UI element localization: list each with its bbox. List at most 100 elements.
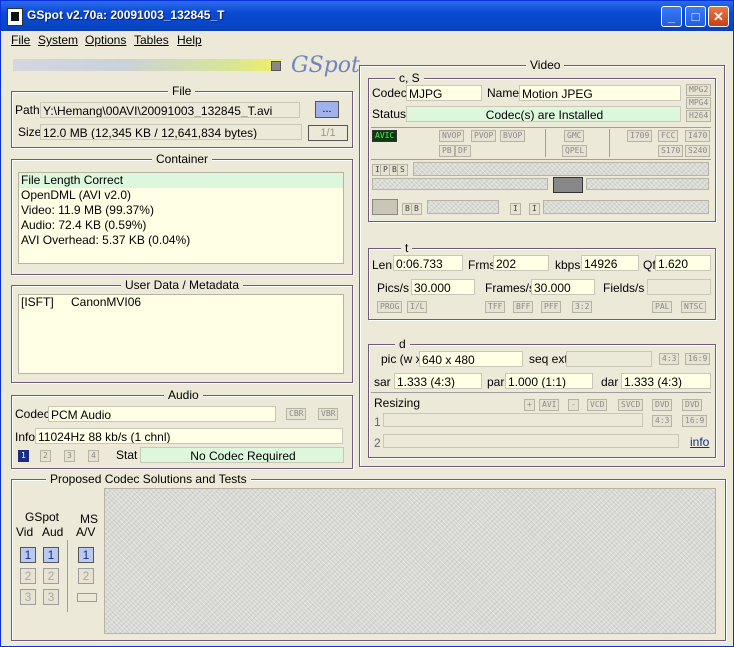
resize-ar-169-tag: 16:9	[682, 415, 708, 427]
video-codec-label: Codec	[372, 86, 407, 100]
pal-tag: PAL	[652, 301, 673, 313]
pvop-tag: PVOP	[471, 130, 497, 142]
file-group-title: File	[168, 84, 196, 98]
ar-43-tag: 4:3	[659, 353, 680, 365]
pic-field: 640 x 480	[419, 351, 523, 367]
qpel-tag: QPEL	[562, 145, 588, 157]
aud-solution-2[interactable]: 2	[43, 568, 59, 584]
vbr-tag: VBR	[318, 408, 339, 420]
frames-field: 30.000	[531, 279, 595, 295]
audio-group-title: Audio	[164, 388, 203, 402]
aud-solution-1[interactable]: 1	[43, 547, 59, 563]
ms-av-solution-1[interactable]: 1	[78, 547, 94, 563]
proposed-solutions-area	[104, 488, 716, 634]
kbps-label: kbps	[555, 258, 581, 272]
fields-label: Fields/s	[603, 281, 645, 295]
file-group: File Path Y:\Hemang\00AVI\20091003_13284…	[11, 84, 353, 148]
resize-divider	[371, 392, 711, 393]
gspot-logo: GSpot	[291, 53, 360, 78]
iframe-strip	[543, 200, 709, 214]
gspot-label: GSpot	[25, 510, 60, 524]
path-field[interactable]: Y:\Hemang\00AVI\20091003_132845_T.avi	[40, 102, 300, 118]
avic-tag: AVIC	[372, 130, 398, 142]
seqext-label: seq ext	[529, 352, 568, 366]
i709-tag: I709	[627, 130, 653, 142]
tff-tag: TFF	[485, 301, 506, 313]
list-item: File Length Correct	[19, 173, 343, 188]
vid-solution-2[interactable]: 2	[20, 568, 36, 584]
resizing-label: Resizing	[374, 396, 421, 410]
video-group-title: Video	[526, 58, 565, 72]
tag-divider-2	[609, 129, 610, 157]
resize-svcd-tag: SVCD	[618, 399, 644, 411]
browse-button[interactable]: ...	[315, 101, 339, 118]
close-button[interactable]: ✕	[708, 6, 729, 27]
gspot-window: GSpot v2.70a: 20091003_132845_T _ □ ✕ Fi…	[0, 0, 734, 647]
ms-av-empty-button[interactable]	[77, 593, 97, 602]
menu-help[interactable]: Help	[177, 33, 202, 47]
menu-options[interactable]: Options	[85, 33, 126, 47]
codec-subgroup-title: c, S	[395, 71, 424, 85]
menu-file[interactable]: File	[11, 33, 30, 47]
par-field: 1.000 (1:1)	[505, 373, 593, 389]
frms-label: Frms	[468, 258, 496, 272]
h264-tag: H264	[686, 110, 712, 122]
minimize-button[interactable]: _	[661, 6, 682, 27]
par-label: par	[487, 375, 505, 389]
fields-field	[647, 279, 711, 295]
audio-codec-label: Codec	[15, 407, 50, 421]
vid-solution-1[interactable]: 1	[20, 547, 36, 563]
file-count-indicator: 1/1	[308, 125, 348, 141]
len-label: Len	[372, 258, 393, 272]
menu-system[interactable]: System	[38, 33, 78, 47]
ms-av-solution-2[interactable]: 2	[78, 568, 94, 584]
mpg2-tag: MPG2	[686, 84, 712, 96]
ii-i2-tag: I	[529, 203, 540, 215]
frame-scroll-icon[interactable]	[553, 177, 583, 193]
vid-label: Vid	[16, 525, 34, 539]
maximize-button[interactable]: □	[685, 6, 706, 27]
tag-divider-1	[545, 129, 546, 157]
len-field: 0:06.733	[393, 255, 463, 271]
aud-solution-3[interactable]: 3	[43, 589, 59, 605]
resize-row-2-label: 2	[374, 436, 381, 450]
userdata-list: [ISFT] CanonMVI06	[18, 294, 344, 374]
i470-tag: I470	[685, 130, 711, 142]
size-label: Size	[18, 125, 42, 139]
solutions-divider	[67, 540, 68, 612]
il-tag: I/L	[407, 301, 428, 313]
resize-plus-tag: +	[524, 399, 535, 411]
vid-solution-3[interactable]: 3	[20, 589, 36, 605]
resize-minus-tag: -	[568, 399, 579, 411]
info-link[interactable]: info	[690, 435, 709, 449]
pff-tag: PFF	[541, 301, 562, 313]
mpg4-tag: MPG4	[686, 97, 712, 109]
container-group: Container File Length Correct OpenDML (A…	[11, 152, 353, 275]
ii-i1-tag: I	[510, 203, 521, 215]
resize-row-1-label: 1	[374, 415, 381, 429]
ms-label: MS	[80, 512, 98, 526]
bb-b2-tag: B	[411, 203, 422, 215]
video-name-label: Name	[487, 86, 520, 100]
audio-track-3[interactable]: 3	[64, 450, 75, 462]
s240-tag: S240	[685, 145, 711, 157]
sar-label: sar	[374, 375, 391, 389]
frame-divider	[371, 159, 711, 160]
resize-dvd-tag: DVD	[652, 399, 673, 411]
resize-ar-43-tag: 4:3	[652, 415, 673, 427]
gspot-app-icon	[7, 8, 23, 26]
audio-track-4[interactable]: 4	[88, 450, 99, 462]
gmc-tag: GMC	[564, 130, 585, 142]
video-group: Video c, S Codec MJPG Name Motion JPEG M…	[359, 58, 725, 467]
frame-info-icon[interactable]	[372, 199, 398, 215]
fcc-tag: FCC	[658, 130, 679, 142]
frame-strip-right	[586, 178, 709, 190]
codec-subgroup: c, S Codec MJPG Name Motion JPEG MPG2 MP…	[368, 71, 716, 222]
frame-strip-left	[372, 178, 548, 190]
audio-track-1[interactable]: 1	[18, 450, 29, 462]
audio-track-2[interactable]: 2	[40, 450, 51, 462]
container-info-list: File Length Correct OpenDML (AVI v2.0) V…	[18, 172, 344, 264]
resize-dvd2-tag: DVD	[682, 399, 703, 411]
df-tag: DF	[455, 145, 471, 157]
menu-tables[interactable]: Tables	[134, 33, 169, 47]
